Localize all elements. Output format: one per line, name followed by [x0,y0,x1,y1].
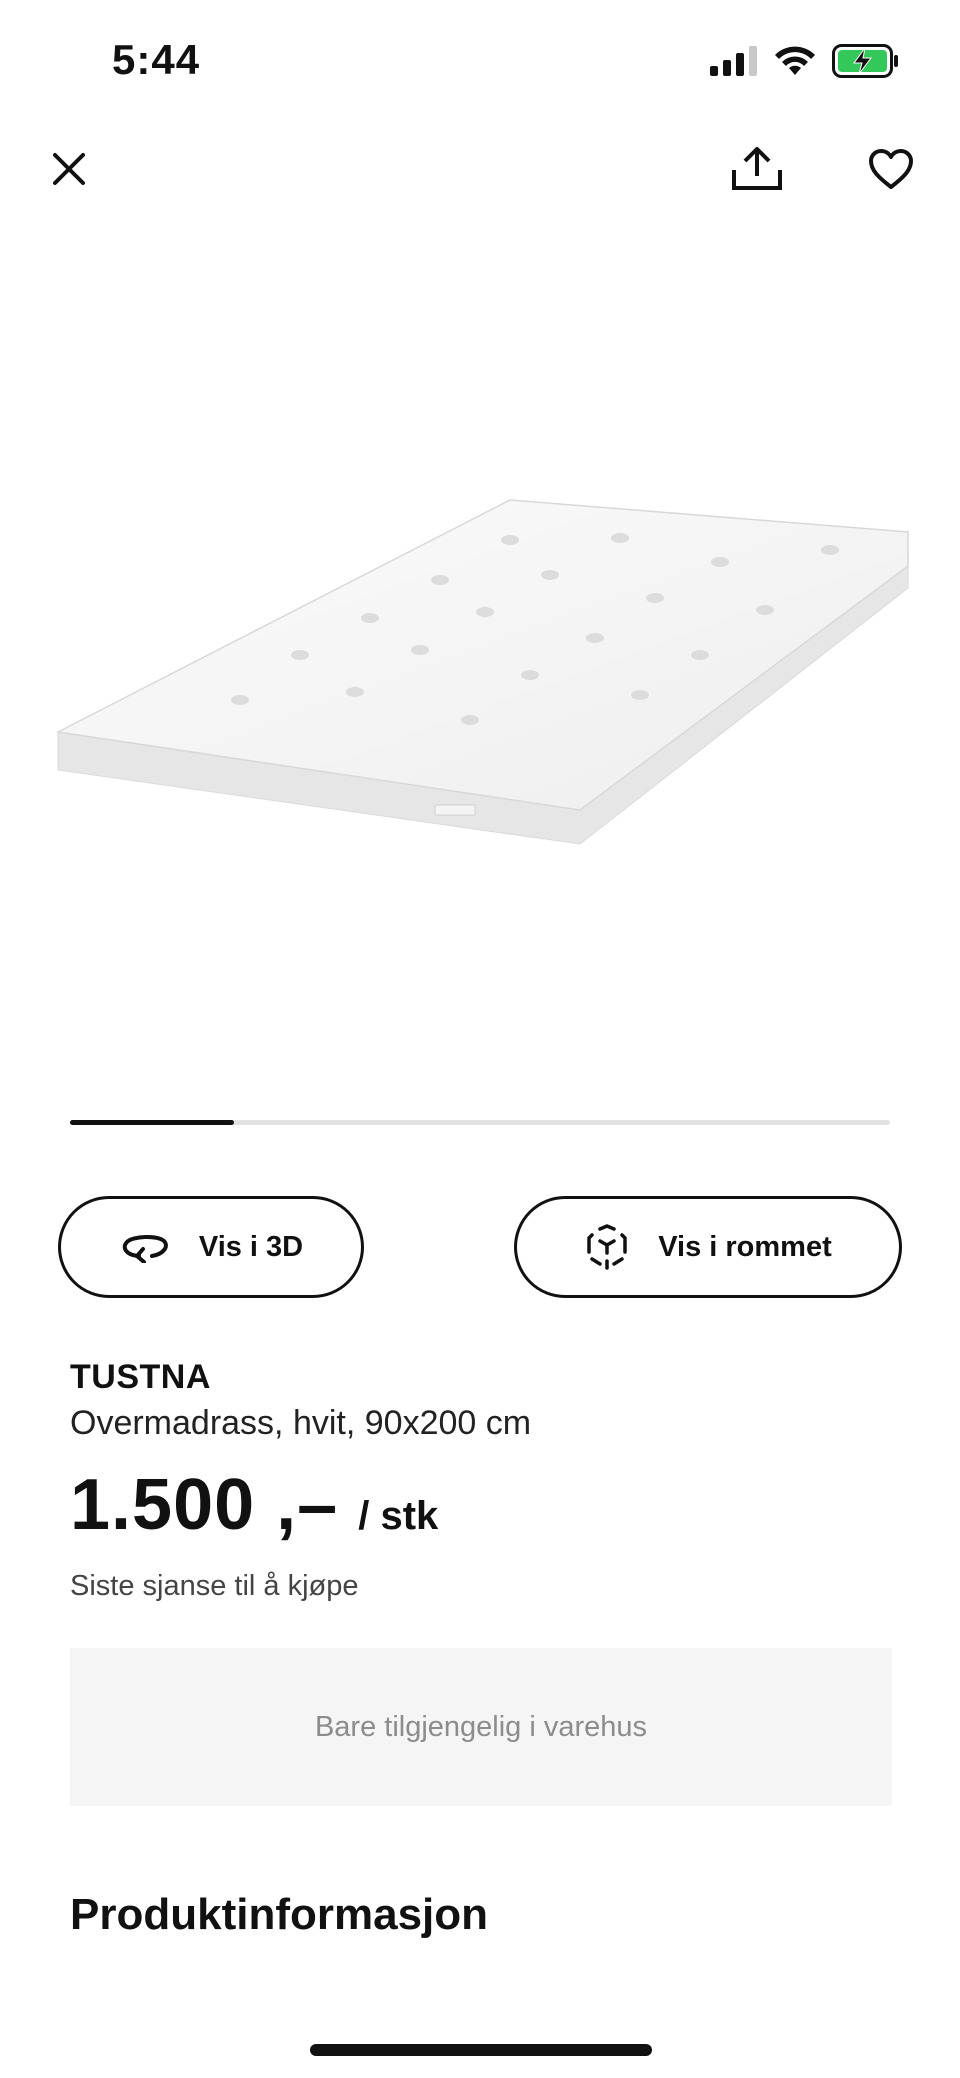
carousel-progress [70,1120,234,1125]
product-name: TUSTNA [70,1358,211,1396]
view-in-room-label: Vis i rommet [658,1230,832,1263]
product-image[interactable] [40,470,920,870]
product-info-heading[interactable]: Produktinformasjon [70,1890,488,1940]
cellular-signal-icon [710,46,757,76]
close-button[interactable] [34,134,104,204]
image-carousel-indicator [70,1120,890,1125]
price-unit: / stk [358,1494,439,1538]
price-amount: 1.500 ,– [70,1465,339,1545]
availability-panel: Bare tilgjengelig i varehus [70,1648,892,1806]
last-chance-notice: Siste sjanse til å kjøpe [70,1570,359,1602]
favorite-button[interactable] [856,134,926,204]
share-icon [732,147,782,190]
view-3d-button[interactable]: Vis i 3D [58,1196,364,1298]
view-3d-label: Vis i 3D [198,1230,304,1263]
status-time: 5:44 [112,36,201,83]
status-icons [710,44,900,78]
mattress-image [55,499,909,845]
availability-text: Bare tilgjengelig i varehus [314,1710,648,1743]
view-in-room-button[interactable]: Vis i rommet [514,1196,902,1298]
product-description: Overmadrass, hvit, 90x200 cm [70,1404,532,1442]
wifi-icon [775,46,815,75]
rotate-3d-icon [122,1235,168,1263]
price: 1.500 ,– / stk [70,1464,438,1546]
close-icon [53,153,85,185]
heart-icon [869,149,913,189]
battery-charging-icon [832,44,898,78]
share-button[interactable] [722,134,792,204]
augmented-reality-icon [587,1224,627,1270]
home-indicator[interactable] [310,2044,652,2056]
